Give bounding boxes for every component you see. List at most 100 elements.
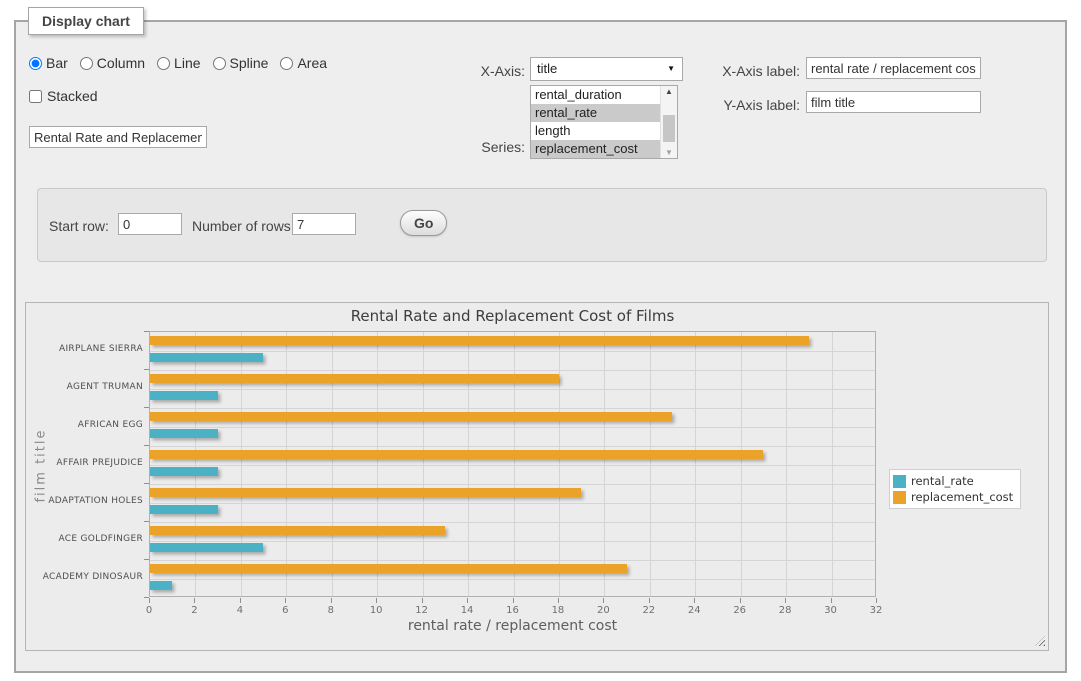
series-option-rental_duration[interactable]: rental_duration bbox=[531, 86, 661, 104]
x-tick-label: 10 bbox=[356, 605, 396, 616]
stacked-checkbox[interactable] bbox=[29, 90, 42, 103]
x-tick-mark bbox=[558, 598, 559, 603]
x-tick-label: 6 bbox=[265, 605, 305, 616]
gridline-y bbox=[150, 503, 875, 504]
x-tick-mark bbox=[694, 598, 695, 603]
page: Display chart BarColumnLineSplineArea St… bbox=[0, 0, 1081, 681]
series-options: rental_durationrental_ratelengthreplacem… bbox=[531, 86, 677, 158]
chart-title-input[interactable] bbox=[29, 126, 207, 148]
bar-replacement_cost bbox=[150, 374, 559, 383]
start-row-label: Start row: bbox=[49, 218, 109, 234]
x-tick-mark bbox=[649, 598, 650, 603]
chart-type-label: Line bbox=[174, 55, 200, 71]
bar-replacement_cost bbox=[150, 336, 809, 345]
gridline-y bbox=[150, 370, 875, 371]
go-button[interactable]: Go bbox=[400, 210, 447, 236]
x-tick-label: 4 bbox=[220, 605, 260, 616]
chart-type-label: Bar bbox=[46, 55, 68, 71]
y-tick-mark bbox=[144, 559, 149, 560]
bar-rental_rate bbox=[150, 581, 172, 590]
x-tick-mark bbox=[467, 598, 468, 603]
x-tick-label: 8 bbox=[311, 605, 351, 616]
gridline-x bbox=[695, 332, 696, 596]
start-row-input[interactable] bbox=[118, 213, 182, 235]
gridline-y bbox=[150, 446, 875, 447]
legend-row: rental_rate bbox=[893, 473, 1013, 489]
chart-type-radio-line[interactable] bbox=[157, 57, 170, 70]
gridline-x bbox=[559, 332, 560, 596]
x-tick-mark bbox=[376, 598, 377, 603]
y-axis-label-label: Y-Axis label: bbox=[700, 97, 800, 113]
gridline-y bbox=[150, 408, 875, 409]
gridline-y bbox=[150, 427, 875, 428]
series-listbox[interactable]: rental_durationrental_ratelengthreplacem… bbox=[530, 85, 678, 159]
x-tick-label: 30 bbox=[811, 605, 851, 616]
x-axis-label-label: X-Axis label: bbox=[700, 63, 800, 79]
x-tick-label: 32 bbox=[856, 605, 896, 616]
x-tick-mark bbox=[831, 598, 832, 603]
y-axis-label-input[interactable] bbox=[806, 91, 981, 113]
chart-type-radio-bar[interactable] bbox=[29, 57, 42, 70]
x-tick-label: 28 bbox=[765, 605, 805, 616]
x-tick-mark bbox=[876, 598, 877, 603]
gridline-x bbox=[286, 332, 287, 596]
chart-type-radio-spline[interactable] bbox=[213, 57, 226, 70]
bar-replacement_cost bbox=[150, 488, 581, 497]
number-of-rows-label: Number of rows: bbox=[192, 218, 295, 234]
legend-label: replacement_cost bbox=[911, 490, 1013, 504]
chart-type-label: Spline bbox=[230, 55, 269, 71]
gridline-y bbox=[150, 389, 875, 390]
x-tick-label: 22 bbox=[629, 605, 669, 616]
x-tick-label: 20 bbox=[583, 605, 623, 616]
scroll-down-icon[interactable]: ▼ bbox=[661, 148, 677, 157]
gridline-x bbox=[514, 332, 515, 596]
x-tick-label: 2 bbox=[174, 605, 214, 616]
y-tick-mark bbox=[144, 521, 149, 522]
x-tick-mark bbox=[740, 598, 741, 603]
gridline-x bbox=[332, 332, 333, 596]
x-tick-mark bbox=[194, 598, 195, 603]
chart-type-radio-group: BarColumnLineSplineArea bbox=[29, 55, 335, 71]
x-tick-mark bbox=[240, 598, 241, 603]
y-tick-mark bbox=[144, 407, 149, 408]
y-tick-mark bbox=[144, 597, 149, 598]
chart-type-radio-area[interactable] bbox=[280, 57, 293, 70]
stacked-label: Stacked bbox=[47, 88, 98, 104]
bar-replacement_cost bbox=[150, 526, 445, 535]
category-label: ACADEMY DINOSAUR bbox=[26, 572, 143, 582]
x-tick-label: 18 bbox=[538, 605, 578, 616]
fieldset-legend: Display chart bbox=[28, 7, 144, 35]
y-tick-mark bbox=[144, 483, 149, 484]
x-tick-label: 0 bbox=[129, 605, 169, 616]
scroll-up-icon[interactable]: ▲ bbox=[661, 87, 677, 96]
x-tick-mark bbox=[331, 598, 332, 603]
chart-type-radio-column[interactable] bbox=[80, 57, 93, 70]
x-axis-select-label: X-Axis: bbox=[420, 63, 525, 79]
series-label: Series: bbox=[420, 139, 525, 155]
series-option-replacement_cost[interactable]: replacement_cost bbox=[531, 140, 661, 158]
x-tick-label: 12 bbox=[402, 605, 442, 616]
chart-type-label: Area bbox=[297, 55, 327, 71]
series-listbox-scrollbar[interactable]: ▲ ▼ bbox=[660, 86, 677, 158]
gridline-y bbox=[150, 579, 875, 580]
gridline-x bbox=[786, 332, 787, 596]
gridline-x bbox=[468, 332, 469, 596]
series-option-rental_rate[interactable]: rental_rate bbox=[531, 104, 661, 122]
x-axis-select[interactable]: title ▼ bbox=[530, 57, 683, 81]
number-of-rows-input[interactable] bbox=[292, 213, 356, 235]
x-tick-label: 26 bbox=[720, 605, 760, 616]
gridline-x bbox=[604, 332, 605, 596]
x-axis-label-input[interactable] bbox=[806, 57, 981, 79]
gridline-y bbox=[150, 351, 875, 352]
x-tick-label: 24 bbox=[674, 605, 714, 616]
plot-area bbox=[149, 331, 876, 597]
stacked-checkbox-row: Stacked bbox=[29, 88, 98, 104]
scrollbar-thumb[interactable] bbox=[663, 115, 675, 142]
series-option-length[interactable]: length bbox=[531, 122, 661, 140]
gridline-x bbox=[832, 332, 833, 596]
bar-replacement_cost bbox=[150, 412, 672, 421]
resize-handle-icon[interactable] bbox=[1035, 636, 1045, 646]
legend-swatch-replacement_cost bbox=[893, 491, 906, 504]
x-axis-selected-value: title bbox=[537, 61, 557, 76]
x-tick-label: 16 bbox=[493, 605, 533, 616]
